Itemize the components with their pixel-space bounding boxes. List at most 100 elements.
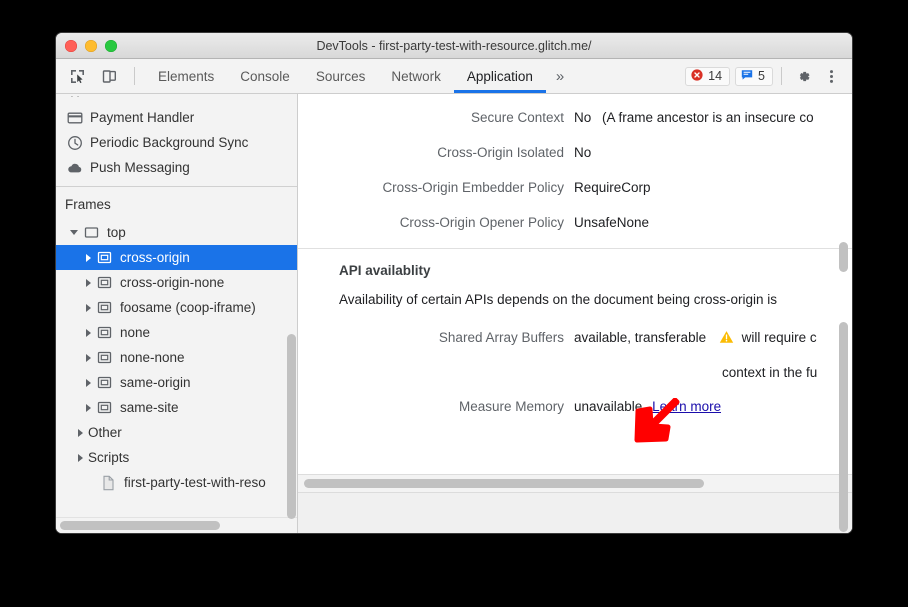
sidebar-frame-scripts[interactable]: Scripts xyxy=(56,445,297,470)
tab-network[interactable]: Network xyxy=(378,59,454,93)
chevron-right-icon[interactable] xyxy=(78,454,83,462)
tab-elements[interactable]: Elements xyxy=(145,59,227,93)
gear-icon[interactable] xyxy=(790,63,816,89)
sidebar-scroll-thumb[interactable] xyxy=(60,521,220,530)
tab-network-label: Network xyxy=(391,69,441,84)
sidebar-frame-same-site[interactable]: same-site xyxy=(56,395,297,420)
window-titlebar: DevTools - first-party-test-with-resourc… xyxy=(56,33,852,59)
sab-warning-text: will require c xyxy=(742,330,817,345)
sidebar-vertical-scrollbar[interactable] xyxy=(287,334,296,519)
iframe-icon xyxy=(96,349,113,366)
message-icon xyxy=(741,69,753,84)
tab-console-label: Console xyxy=(240,69,290,84)
sidebar-item-label: Other xyxy=(88,425,122,440)
tab-application-label: Application xyxy=(467,69,533,84)
row-key: Cross-Origin Embedder Policy xyxy=(298,179,574,197)
frame-details-card: Secure Context No (A frame ancestor is a… xyxy=(298,94,852,475)
row-cross-origin-isolated: Cross-Origin Isolated No xyxy=(298,135,852,170)
chevron-down-icon[interactable] xyxy=(70,230,78,235)
sidebar-section-frames: Frames xyxy=(56,191,297,220)
sidebar-horizontal-scrollbar[interactable] xyxy=(56,517,297,533)
sidebar-item-payment-handler[interactable]: Payment Handler xyxy=(56,105,297,130)
sidebar-item-label: none xyxy=(120,325,150,340)
chevron-right-icon[interactable] xyxy=(78,429,83,437)
row-key: Shared Array Buffers xyxy=(298,329,574,347)
row-coop: Cross-Origin Opener Policy UnsafeNone xyxy=(298,205,852,240)
sidebar-item-push-messaging[interactable]: Push Messaging xyxy=(56,155,297,180)
sidebar-frame-cross-origin[interactable]: cross-origin xyxy=(56,245,297,270)
document-icon xyxy=(100,474,117,491)
payment-handler-icon xyxy=(66,109,83,126)
sidebar-frame-none-none[interactable]: none-none xyxy=(56,345,297,370)
sidebar-item-label: Payment Handler xyxy=(90,110,194,125)
sidebar-item-label: same-site xyxy=(120,400,179,415)
api-section-description: Availability of certain APIs depends on … xyxy=(298,278,852,307)
sidebar-item-clipped-top[interactable] xyxy=(56,96,297,105)
sidebar-frame-top[interactable]: top xyxy=(56,220,297,245)
sidebar-item-label: none-none xyxy=(120,350,185,365)
error-counter[interactable]: 14 xyxy=(685,67,730,86)
devtools-body: Payment Handler Periodic Background Sync xyxy=(56,94,852,533)
minimize-window-button[interactable] xyxy=(85,40,97,52)
device-toolbar-icon[interactable] xyxy=(96,63,122,89)
sab-continuation-text: context in the fu xyxy=(722,365,817,380)
row-shared-array-buffers-continuation: context in the fu xyxy=(298,357,852,388)
row-key: Measure Memory xyxy=(298,398,574,416)
toolbar-left-group xyxy=(56,59,141,93)
main-horizontal-scrollbar[interactable] xyxy=(298,475,852,492)
main-vertical-scrollbar[interactable] xyxy=(839,322,848,532)
iframe-icon xyxy=(96,299,113,316)
more-tabs-label: » xyxy=(556,68,564,85)
measure-memory-value: unavailable xyxy=(574,399,642,414)
sidebar-frame-same-origin[interactable]: same-origin xyxy=(56,370,297,395)
sidebar-frame-foosame[interactable]: foosame (coop-iframe) xyxy=(56,295,297,320)
chevron-right-icon[interactable] xyxy=(86,254,91,262)
chevron-right-icon[interactable] xyxy=(86,354,91,362)
sidebar-item-periodic-background-sync[interactable]: Periodic Background Sync xyxy=(56,130,297,155)
api-section-title: API availablity xyxy=(298,263,852,278)
main-scroll-thumb[interactable] xyxy=(304,479,704,488)
chevron-right-icon[interactable] xyxy=(86,404,91,412)
chevron-right-icon[interactable] xyxy=(86,329,91,337)
sidebar-item-label: Periodic Background Sync xyxy=(90,135,248,150)
chevron-right-icon[interactable] xyxy=(86,279,91,287)
sidebar-item-label: cross-origin xyxy=(120,250,190,265)
clock-icon xyxy=(66,134,83,151)
row-key: Secure Context xyxy=(298,109,574,127)
error-icon xyxy=(691,69,703,84)
tab-application[interactable]: Application xyxy=(454,59,546,93)
tab-sources-label: Sources xyxy=(316,69,366,84)
row-value: UnsafeNone xyxy=(574,214,649,232)
sidebar-scroll-area: Payment Handler Periodic Background Sync xyxy=(56,94,297,517)
sidebar-item-label: cross-origin-none xyxy=(120,275,224,290)
main-panel-footer xyxy=(298,492,852,533)
row-value: available, transferable will require c xyxy=(574,329,817,349)
sidebar-item-document[interactable]: first-party-test-with-reso xyxy=(56,470,297,495)
main-vertical-scrollbar-upper[interactable] xyxy=(839,242,848,272)
sidebar-frame-none[interactable]: none xyxy=(56,320,297,345)
warning-triangle-icon xyxy=(719,330,734,349)
tab-console[interactable]: Console xyxy=(227,59,303,93)
panel-tabs: Elements Console Sources Network Applica… xyxy=(145,59,574,93)
iframe-icon xyxy=(96,274,113,291)
message-counter[interactable]: 5 xyxy=(735,67,773,86)
chevron-right-icon[interactable] xyxy=(86,379,91,387)
kebab-menu-icon[interactable] xyxy=(818,63,844,89)
sidebar-frame-other[interactable]: Other xyxy=(56,420,297,445)
iframe-icon xyxy=(96,324,113,341)
chevron-right-icon[interactable] xyxy=(86,304,91,312)
close-window-button[interactable] xyxy=(65,40,77,52)
secure-context-note: (A frame ancestor is an insecure co xyxy=(595,110,814,125)
security-isolation-rows: Secure Context No (A frame ancestor is a… xyxy=(298,94,852,240)
inspect-element-icon[interactable] xyxy=(64,63,90,89)
sidebar-item-label: Push Messaging xyxy=(90,160,190,175)
message-count: 5 xyxy=(758,69,765,83)
tab-sources[interactable]: Sources xyxy=(303,59,379,93)
row-key: Cross-Origin Opener Policy xyxy=(298,214,574,232)
more-tabs-icon[interactable]: » xyxy=(546,59,574,93)
maximize-window-button[interactable] xyxy=(105,40,117,52)
row-value: No (A frame ancestor is an insecure co xyxy=(574,109,814,127)
devtools-toolbar: Elements Console Sources Network Applica… xyxy=(56,59,852,94)
learn-more-link[interactable]: Learn more xyxy=(652,399,721,414)
sidebar-frame-cross-origin-none[interactable]: cross-origin-none xyxy=(56,270,297,295)
